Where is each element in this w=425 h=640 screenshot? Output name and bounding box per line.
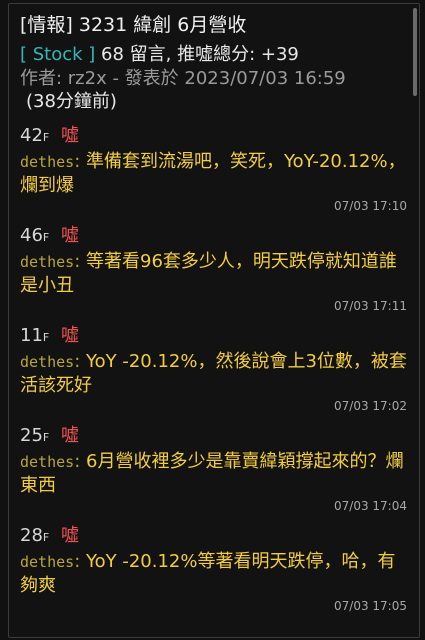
comment-stats: 68 留言, 推噓總分: +39 [101, 44, 299, 65]
floor-number: 11 [20, 325, 43, 346]
boo-tag: 噓 [60, 425, 79, 446]
comment-user[interactable]: dethes [20, 553, 74, 571]
comment-item[interactable]: 42F 噓 dethes: 準備套到流湯吧，笑死，YoY-20.12%，爛到爆 … [9, 122, 419, 222]
comment-body: dethes: 等著看96套多少人，明天跌停就知道誰是小丑 [20, 250, 407, 298]
comment-header: 46F 噓 [20, 222, 407, 248]
scrollbar-thumb[interactable] [413, 8, 417, 96]
floor-number: 46 [20, 225, 43, 246]
comment-header: 28F 噓 [20, 522, 407, 548]
comment-list: 42F 噓 dethes: 準備套到流湯吧，笑死，YoY-20.12%，爛到爆 … [9, 122, 419, 622]
boo-tag: 噓 [60, 225, 79, 246]
floor-suffix: F [42, 531, 50, 544]
floor-number: 28 [20, 525, 43, 546]
comment-time: 07/03 17:05 [334, 599, 407, 613]
comment-time: 07/03 17:11 [334, 299, 407, 313]
boo-tag: 噓 [60, 325, 79, 346]
comment-user[interactable]: dethes [20, 153, 74, 171]
user-separator: : [74, 151, 81, 172]
comment-time: 07/03 17:02 [334, 399, 407, 413]
author-line: 作者: rz2x - 發表於 2023/07/03 16:59 [20, 68, 346, 89]
post-title[interactable]: [情報] 3231 緯創 6月營收 [20, 12, 407, 38]
comment-item[interactable]: 46F 噓 dethes: 等著看96套多少人，明天跌停就知道誰是小丑 07/0… [9, 222, 419, 322]
floor-number: 25 [20, 425, 43, 446]
comment-user[interactable]: dethes [20, 353, 74, 371]
post-header: [情報] 3231 緯創 6月營收 [ Stock ] 68 留言, 推噓總分:… [9, 4, 419, 114]
floor-suffix: F [42, 131, 50, 144]
comment-header: 25F 噓 [20, 422, 407, 448]
comment-time: 07/03 17:10 [334, 199, 407, 213]
comment-body: dethes: 準備套到流湯吧，笑死，YoY-20.12%，爛到爆 [20, 150, 407, 198]
user-separator: : [74, 251, 81, 272]
comment-item[interactable]: 25F 噓 dethes: 6月營收裡多少是靠賣緯穎撐起來的？爛東西 07/03… [9, 422, 419, 522]
post-card: [情報] 3231 緯創 6月營收 [ Stock ] 68 留言, 推噓總分:… [8, 3, 420, 638]
comment-user[interactable]: dethes [20, 453, 74, 471]
board-tag[interactable]: [ Stock ] [20, 44, 95, 65]
boo-tag: 噓 [60, 125, 79, 146]
comment-time: 07/03 17:04 [334, 499, 407, 513]
floor-number: 42 [20, 125, 43, 146]
floor-suffix: F [42, 331, 50, 344]
boo-tag: 噓 [60, 525, 79, 546]
user-separator: : [74, 451, 81, 472]
floor-suffix: F [42, 431, 50, 444]
comment-header: 42F 噓 [20, 122, 407, 148]
post-meta: [ Stock ] 68 留言, 推噓總分: +39 [20, 43, 407, 67]
comment-item[interactable]: 11F 噓 dethes: YoY -20.12%，然後說會上3位數，被套活該死… [9, 322, 419, 422]
floor-suffix: F [42, 231, 50, 244]
comment-body: dethes: YoY -20.12%，然後說會上3位數，被套活該死好 [20, 350, 407, 398]
comment-body: dethes: 6月營收裡多少是靠賣緯穎撐起來的？爛東西 [20, 450, 407, 498]
elapsed-time: (38分鐘前) [26, 91, 117, 112]
comment-user[interactable]: dethes [20, 253, 74, 271]
user-separator: : [74, 351, 81, 372]
user-separator: : [74, 551, 81, 572]
comment-body: dethes: YoY -20.12%等著看明天跌停，哈，有夠爽 [20, 550, 407, 598]
comment-header: 11F 噓 [20, 322, 407, 348]
comment-item[interactable]: 28F 噓 dethes: YoY -20.12%等著看明天跌停，哈，有夠爽 0… [9, 522, 419, 622]
